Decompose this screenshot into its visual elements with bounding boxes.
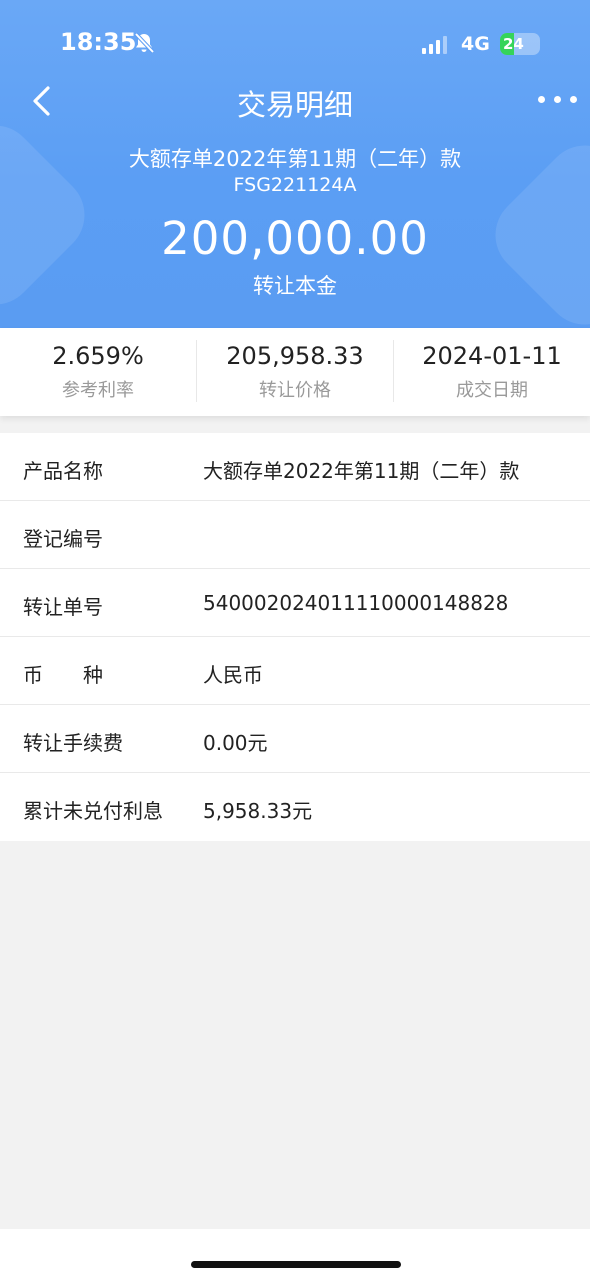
detail-key: 累计未兑付利息 — [23, 799, 163, 823]
bottom-safe-area — [0, 1229, 590, 1280]
detail-row-transfer-order-number: 转让单号 540002024011110000148828 — [0, 569, 590, 637]
detail-value: 人民币 — [203, 663, 263, 687]
header-banner: 18:35 4G 24 交易明细 大额存单2022年第11期（二年）款 FSG2… — [0, 0, 590, 328]
detail-key: 转让单号 — [23, 595, 103, 619]
battery-icon: 24 — [500, 33, 540, 55]
detail-key: 转让手续费 — [23, 731, 123, 755]
product-code: FSG221124A — [233, 174, 357, 196]
stat-value: 2024-01-11 — [422, 342, 562, 370]
detail-value: 5,958.33元 — [203, 799, 313, 823]
detail-value: 0.00元 — [203, 731, 268, 755]
network-type: 4G — [461, 33, 490, 55]
detail-row-currency: 币 种 人民币 — [0, 637, 590, 705]
stat-reference-rate: 2.659% 参考利率 — [0, 328, 196, 416]
detail-key: 产品名称 — [23, 459, 103, 483]
detail-value: 大额存单2022年第11期（二年）款 — [203, 459, 520, 483]
signal-icon — [422, 36, 447, 54]
stat-value: 2.659% — [52, 342, 144, 370]
detail-row-registration-number: 登记编号 — [0, 501, 590, 569]
detail-list: 产品名称 大额存单2022年第11期（二年）款 登记编号 转让单号 540002… — [0, 433, 590, 841]
stat-label: 转让价格 — [259, 380, 331, 401]
stat-deal-date: 2024-01-11 成交日期 — [394, 328, 590, 416]
page-title: 交易明细 — [236, 88, 353, 122]
detail-key: 登记编号 — [23, 527, 103, 551]
stat-value: 205,958.33 — [226, 342, 364, 370]
summary-stats: 2.659% 参考利率 205,958.33 转让价格 2024-01-11 成… — [0, 328, 590, 416]
product-name: 大额存单2022年第11期（二年）款 — [128, 147, 462, 171]
detail-row-product-name: 产品名称 大额存单2022年第11期（二年）款 — [0, 433, 590, 501]
status-time: 18:35 — [60, 28, 137, 56]
detail-value: 540002024011110000148828 — [203, 591, 509, 615]
bell-muted-icon — [134, 32, 155, 54]
stat-label: 参考利率 — [62, 380, 134, 401]
more-options-icon[interactable] — [538, 96, 578, 104]
detail-row-transfer-fee: 转让手续费 0.00元 — [0, 705, 590, 773]
stat-label: 成交日期 — [456, 380, 528, 401]
transfer-principal-label: 转让本金 — [253, 274, 337, 298]
stat-transfer-price: 205,958.33 转让价格 — [197, 328, 393, 416]
home-indicator[interactable] — [191, 1261, 401, 1268]
battery-level: 24 — [503, 35, 524, 53]
status-bar: 18:35 4G 24 — [0, 0, 590, 88]
transfer-principal-amount: 200,000.00 — [161, 212, 429, 265]
detail-key: 币 种 — [23, 663, 103, 687]
detail-row-accrued-interest: 累计未兑付利息 5,958.33元 — [0, 773, 590, 841]
